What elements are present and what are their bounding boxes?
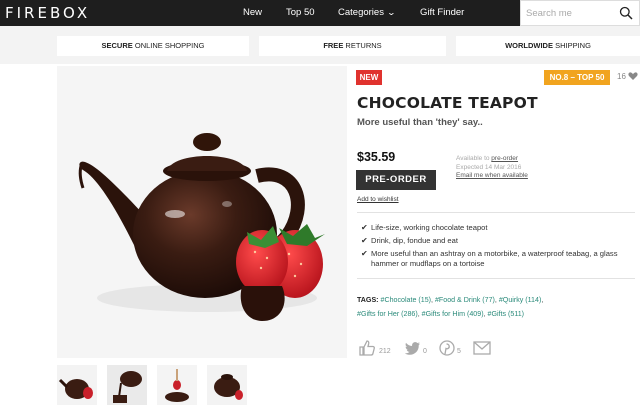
- tweets-count: 0: [423, 348, 427, 355]
- pre-order-button[interactable]: PRE-ORDER: [356, 170, 436, 190]
- check-icon: ✔: [361, 236, 368, 245]
- list-item: ✔ More useful than an ashtray on a motorb…: [361, 249, 618, 268]
- tag-quirky[interactable]: #Quirky (114): [499, 296, 541, 304]
- nav-new[interactable]: New: [243, 7, 262, 18]
- product-main-image[interactable]: [57, 66, 347, 358]
- nav-categories-label: Categories: [338, 7, 384, 18]
- feature-free-returns: FREE RETURNS: [259, 36, 446, 56]
- tags-label: TAGS:: [357, 296, 379, 304]
- top-50-rank-badge[interactable]: NO.8 – TOP 50: [544, 70, 610, 85]
- thumb-teapot-icon: [57, 365, 97, 405]
- chocolate-teapot-illustration: [57, 66, 347, 358]
- email-icon[interactable]: [473, 340, 491, 356]
- new-badge: NEW: [356, 70, 382, 85]
- product-subtitle: More useful than 'they' say..: [357, 117, 483, 128]
- top-nav-bar: FIREBOX New Top 50 Categories ⌄ Gift Find…: [0, 0, 640, 26]
- check-icon: ✔: [361, 249, 368, 258]
- tag-gifts-for-him[interactable]: #Gifts for Him (409): [422, 310, 484, 318]
- tag-gifts[interactable]: #Gifts (511): [488, 310, 525, 318]
- thumb-dipping-icon: [157, 365, 197, 405]
- search-box: [520, 0, 640, 26]
- product-tags: TAGS: #Chocolate (15), #Food & Drink (77…: [357, 296, 544, 318]
- product-features-list: ✔ Life-size, working chocolate teapot ✔ Dr…: [357, 212, 635, 279]
- pins-count: 5: [457, 348, 461, 355]
- features-strip: SECURE ONLINE SHOPPING FREE RETURNS WORL…: [0, 26, 640, 64]
- add-to-wishlist-link[interactable]: Add to wishlist: [357, 196, 399, 203]
- search-icon[interactable]: [619, 6, 633, 20]
- thumb-teapot-side-icon: [207, 365, 247, 405]
- chevron-down-icon: ⌄: [386, 8, 396, 17]
- pinterest-icon[interactable]: [439, 340, 455, 356]
- twitter-icon[interactable]: [405, 340, 421, 356]
- thumbnail-2[interactable]: [107, 365, 147, 405]
- heart-icon[interactable]: [628, 71, 638, 81]
- thumb-pouring-icon: [107, 365, 147, 405]
- check-icon: ✔: [361, 223, 368, 232]
- thumbnail-3[interactable]: [157, 365, 197, 405]
- nav-gift-finder[interactable]: Gift Finder: [420, 7, 464, 18]
- nav-top-50[interactable]: Top 50: [286, 7, 315, 18]
- list-item: ✔ Life-size, working chocolate teapot: [361, 223, 488, 232]
- likes-count: 212: [379, 348, 391, 355]
- tag-chocolate[interactable]: #Chocolate (15): [381, 296, 431, 304]
- pre-order-link[interactable]: pre-order: [491, 155, 518, 162]
- tag-gifts-for-her[interactable]: #Gifts for Her (286): [357, 310, 418, 318]
- search-input[interactable]: [526, 6, 616, 21]
- nav-categories[interactable]: Categories ⌄: [338, 7, 396, 18]
- firebox-logo[interactable]: FIREBOX: [5, 4, 90, 22]
- favorites-count: 16: [617, 72, 626, 81]
- availability-info: Available to pre-order Expected 14 Mar 2…: [456, 155, 528, 181]
- email-me-link[interactable]: Email me when available: [456, 172, 528, 181]
- thumbnail-1[interactable]: [57, 365, 97, 405]
- thumbs-up-icon[interactable]: [359, 340, 375, 356]
- feature-secure-shopping: SECURE ONLINE SHOPPING: [57, 36, 249, 56]
- product-title: CHOCOLATE TEAPOT: [357, 94, 538, 112]
- product-price: $35.59: [357, 150, 396, 164]
- feature-worldwide-shipping: WORLDWIDE SHIPPING: [456, 36, 640, 56]
- tag-food-drink[interactable]: #Food & Drink (77): [435, 296, 495, 304]
- thumbnail-4[interactable]: [207, 365, 247, 405]
- list-item: ✔ Drink, dip, fondue and eat: [361, 236, 458, 245]
